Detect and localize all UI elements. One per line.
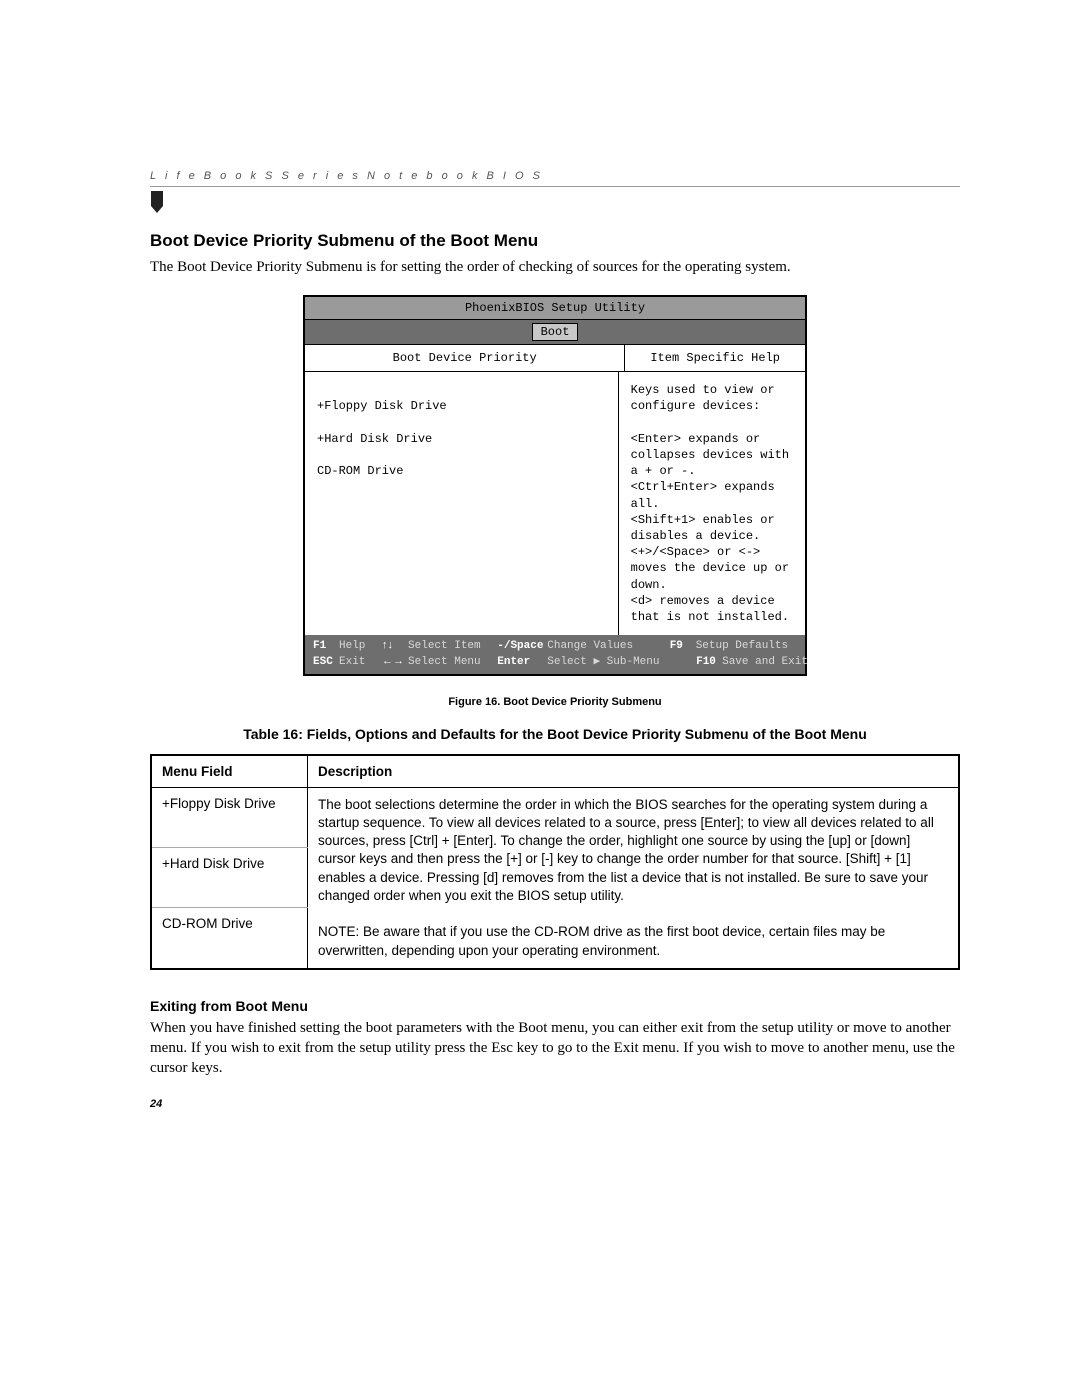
table-row: +Floppy Disk Drive The boot selections d…	[151, 787, 959, 847]
minus-space-key: -/Space	[497, 639, 547, 654]
header-rule	[150, 186, 960, 187]
bios-title: PhoenixBIOS Setup Utility	[305, 297, 805, 320]
menu-field-cell: +Hard Disk Drive	[151, 847, 308, 907]
bios-right-header: Item Specific Help	[625, 345, 805, 372]
list-item[interactable]: +Floppy Disk Drive	[317, 398, 606, 414]
bios-tab-boot[interactable]: Boot	[532, 323, 579, 341]
fields-table: Menu Field Description +Floppy Disk Driv…	[150, 754, 960, 970]
bookmark-icon	[150, 191, 960, 213]
figure-caption: Figure 16. Boot Device Priority Submenu	[150, 696, 960, 708]
exit-paragraph: When you have finished setting the boot …	[150, 1018, 960, 1079]
esc-key: ESC	[313, 655, 339, 670]
page-number: 24	[150, 1098, 162, 1110]
table-title: Table 16: Fields, Options and Defaults f…	[150, 726, 960, 742]
bios-window: PhoenixBIOS Setup Utility Boot Boot Devi…	[303, 295, 807, 676]
updown-icon: ↑↓	[382, 638, 408, 653]
bios-help-text: Keys used to view or configure devices: …	[619, 372, 805, 635]
f9-key: F9	[670, 639, 696, 654]
leftright-icon: ←→	[382, 654, 408, 669]
enter-key: Enter	[497, 655, 547, 670]
list-item[interactable]: +Hard Disk Drive	[317, 431, 606, 447]
menu-field-cell: +Floppy Disk Drive	[151, 787, 308, 847]
running-head: L i f e B o o k S S e r i e s N o t e b …	[150, 170, 960, 182]
description-cell: The boot selections determine the order …	[308, 787, 960, 968]
exit-heading: Exiting from Boot Menu	[150, 998, 960, 1014]
col-menu-field: Menu Field	[151, 755, 308, 788]
bios-menu-bar: Boot	[305, 320, 805, 345]
menu-field-cell: CD-ROM Drive	[151, 908, 308, 969]
list-item[interactable]: CD-ROM Drive	[317, 463, 606, 479]
bios-left-header: Boot Device Priority	[305, 345, 625, 372]
bios-body: +Floppy Disk Drive +Hard Disk Drive CD-R…	[305, 372, 805, 635]
f10-key: F10	[696, 655, 722, 670]
bios-footer: F1Help ↑↓Select Item -/SpaceChange Value…	[305, 635, 805, 674]
bios-device-list[interactable]: +Floppy Disk Drive +Hard Disk Drive CD-R…	[305, 372, 619, 635]
document-page: L i f e B o o k S S e r i e s N o t e b …	[0, 0, 1080, 1156]
bios-column-headers: Boot Device Priority Item Specific Help	[305, 345, 805, 372]
intro-paragraph: The Boot Device Priority Submenu is for …	[150, 257, 960, 277]
section-heading: Boot Device Priority Submenu of the Boot…	[150, 231, 960, 251]
col-description: Description	[308, 755, 960, 788]
f1-key: F1	[313, 639, 339, 654]
table-header-row: Menu Field Description	[151, 755, 959, 788]
